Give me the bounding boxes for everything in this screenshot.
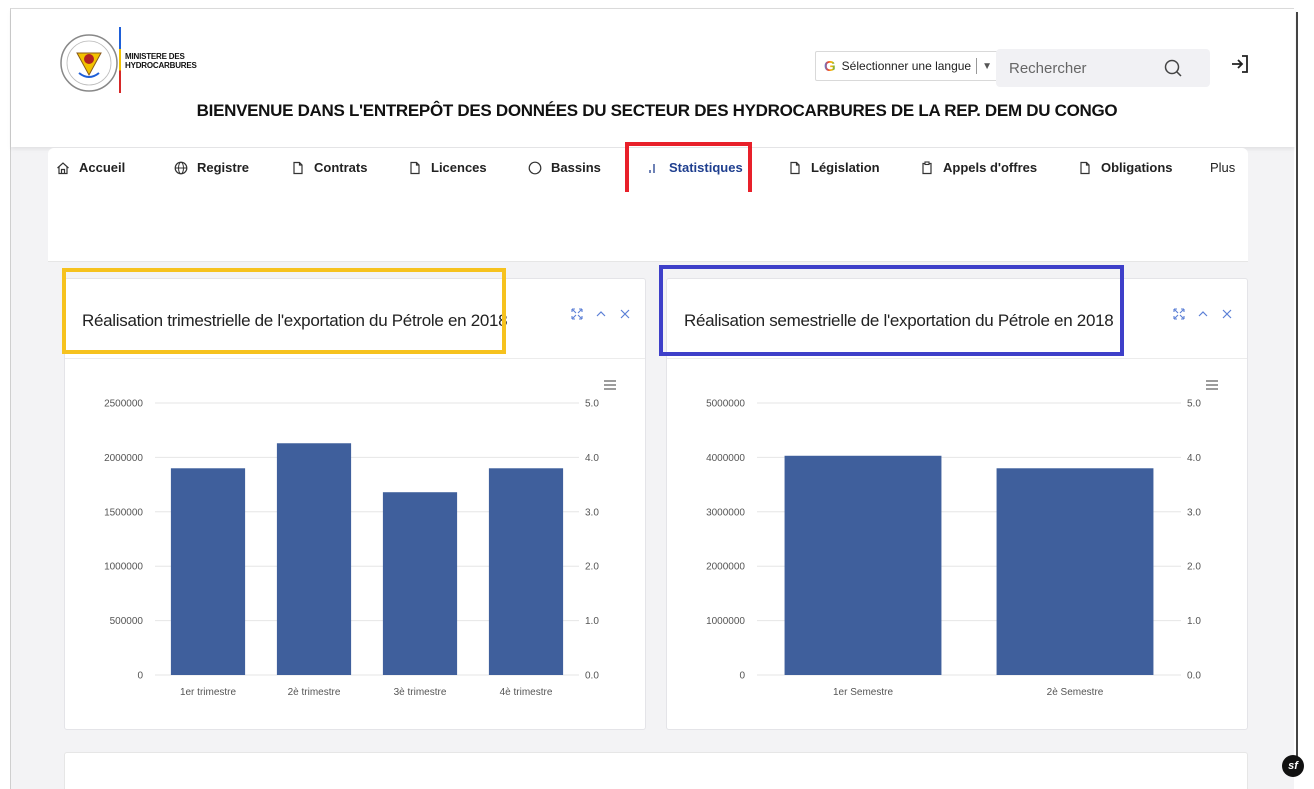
nav-label: Contrats bbox=[314, 160, 368, 175]
globe-icon bbox=[174, 161, 188, 174]
y-tick-label: 2000000 bbox=[706, 562, 745, 573]
welcome-banner: BIENVENUE DANS L'ENTREPÔT DES DONNÉES DU… bbox=[196, 101, 1118, 120]
close-icon[interactable] bbox=[619, 308, 631, 320]
ministry-line-2: HYDROCARBURES bbox=[125, 61, 197, 70]
document-icon bbox=[790, 161, 800, 174]
google-icon: G bbox=[824, 57, 836, 75]
nav-item-plus[interactable]: Plus bbox=[1210, 160, 1235, 175]
nav-item-licences[interactable]: Licences bbox=[408, 160, 487, 175]
language-label: Sélectionner une langue bbox=[841, 59, 972, 73]
bar bbox=[382, 492, 458, 675]
y-tick-label: 1000000 bbox=[104, 562, 143, 573]
y2-tick-label: 3.0 bbox=[585, 507, 599, 518]
y2-tick-label: 5.0 bbox=[1187, 399, 1201, 410]
login-icon[interactable] bbox=[1229, 53, 1251, 75]
card-tools bbox=[1173, 308, 1233, 320]
y-tick-label: 500000 bbox=[110, 616, 144, 627]
chevron-up-icon[interactable] bbox=[595, 308, 607, 320]
bar bbox=[784, 455, 942, 675]
x-tick-label: 3è trimestre bbox=[394, 687, 447, 698]
circle-icon bbox=[528, 161, 542, 174]
nav-label: Bassins bbox=[551, 160, 601, 175]
ministry-name: MINISTERE DES HYDROCARBURES bbox=[125, 52, 197, 70]
nav-label: Plus bbox=[1210, 160, 1236, 175]
nav-item-legislation[interactable]: Législation bbox=[788, 160, 880, 175]
y-tick-label: 0 bbox=[739, 671, 745, 682]
expand-icon[interactable] bbox=[571, 308, 583, 320]
caret-down-icon: ▼ bbox=[982, 60, 993, 72]
y2-tick-label: 4.0 bbox=[585, 453, 599, 464]
highlight-quarterly-title bbox=[62, 268, 506, 354]
y2-tick-label: 3.0 bbox=[1187, 507, 1201, 518]
y2-tick-label: 2.0 bbox=[585, 562, 599, 573]
semester-bar-chart: 0 1000000 2000000 3000000 4000000 5000000 0.0 1… bbox=[706, 399, 1201, 699]
language-selector[interactable]: G Sélectionner une langue ▼ bbox=[815, 51, 998, 81]
y-tick-label: 1500000 bbox=[104, 507, 143, 518]
x-tick-label: 2è trimestre bbox=[288, 687, 341, 698]
nav-item-registre[interactable]: Registre bbox=[174, 160, 249, 175]
ministry-line-1: MINISTERE DES bbox=[125, 52, 185, 61]
coat-of-arms-logo[interactable] bbox=[59, 29, 119, 97]
nav-item-contrats[interactable]: Contrats bbox=[291, 160, 367, 175]
highlight-semester-title bbox=[659, 265, 1124, 356]
y-tick-label: 1000000 bbox=[706, 616, 745, 627]
flag-stripe bbox=[119, 27, 121, 93]
x-tick-label: 1er Semestre bbox=[833, 687, 893, 698]
x-tick-label: 4è trimestre bbox=[500, 687, 553, 698]
bar bbox=[170, 468, 246, 675]
nav-item-bassins[interactable]: Bassins bbox=[528, 160, 601, 175]
y2-tick-label: 5.0 bbox=[585, 399, 599, 410]
y2-tick-label: 4.0 bbox=[1187, 453, 1201, 464]
nav-item-obligations[interactable]: Obligations bbox=[1078, 160, 1173, 175]
close-icon[interactable] bbox=[1221, 308, 1233, 320]
nav-label: Licences bbox=[431, 160, 487, 175]
document-icon bbox=[1080, 161, 1090, 174]
nav-label: Accueil bbox=[79, 160, 126, 175]
y2-tick-label: 0.0 bbox=[1187, 671, 1201, 682]
search-input[interactable] bbox=[1009, 59, 1169, 77]
y-tick-label: 5000000 bbox=[706, 399, 745, 410]
y-tick-label: 0 bbox=[137, 671, 143, 682]
search-box bbox=[996, 49, 1210, 87]
x-tick-label: 1er trimestre bbox=[180, 687, 237, 698]
y-tick-label: 3000000 bbox=[706, 507, 745, 518]
search-icon[interactable] bbox=[1163, 58, 1183, 78]
y-tick-label: 2500000 bbox=[104, 399, 143, 410]
nav-label: Législation bbox=[811, 160, 880, 175]
site-header: MINISTERE DES HYDROCARBURES G Sélectionn… bbox=[11, 9, 1295, 147]
clipboard-icon bbox=[922, 160, 932, 174]
document-icon bbox=[410, 161, 420, 174]
language-divider bbox=[976, 58, 978, 74]
nav-item-accueil[interactable]: Accueil bbox=[56, 160, 125, 175]
y2-tick-label: 1.0 bbox=[585, 616, 599, 627]
nav-subpanel bbox=[48, 192, 1248, 262]
x-tick-label: 2è Semestre bbox=[1047, 687, 1104, 698]
bar bbox=[488, 468, 564, 675]
nav-label: Registre bbox=[197, 160, 250, 175]
nav-label: Appels d'offres bbox=[943, 160, 1038, 175]
y-tick-label: 2000000 bbox=[104, 453, 143, 464]
bar bbox=[996, 468, 1154, 675]
y2-tick-label: 2.0 bbox=[1187, 562, 1201, 573]
y-tick-label: 4000000 bbox=[706, 453, 745, 464]
symfony-debug-icon[interactable]: sf bbox=[1282, 755, 1304, 777]
next-panel bbox=[64, 752, 1248, 789]
y2-tick-label: 0.0 bbox=[585, 671, 599, 682]
chevron-up-icon[interactable] bbox=[1197, 308, 1209, 320]
expand-icon[interactable] bbox=[1173, 308, 1185, 320]
bar bbox=[276, 443, 352, 675]
card-tools bbox=[571, 308, 631, 320]
nav-label: Obligations bbox=[1101, 160, 1173, 175]
nav-item-appels-doffres[interactable]: Appels d'offres bbox=[920, 160, 1037, 175]
window-edge bbox=[1296, 12, 1298, 772]
home-icon bbox=[57, 161, 69, 174]
document-icon bbox=[293, 161, 303, 174]
y2-tick-label: 1.0 bbox=[1187, 616, 1201, 627]
quarterly-bar-chart: 0 500000 1000000 1500000 2000000 2500000 0.0 1.… bbox=[104, 399, 599, 699]
